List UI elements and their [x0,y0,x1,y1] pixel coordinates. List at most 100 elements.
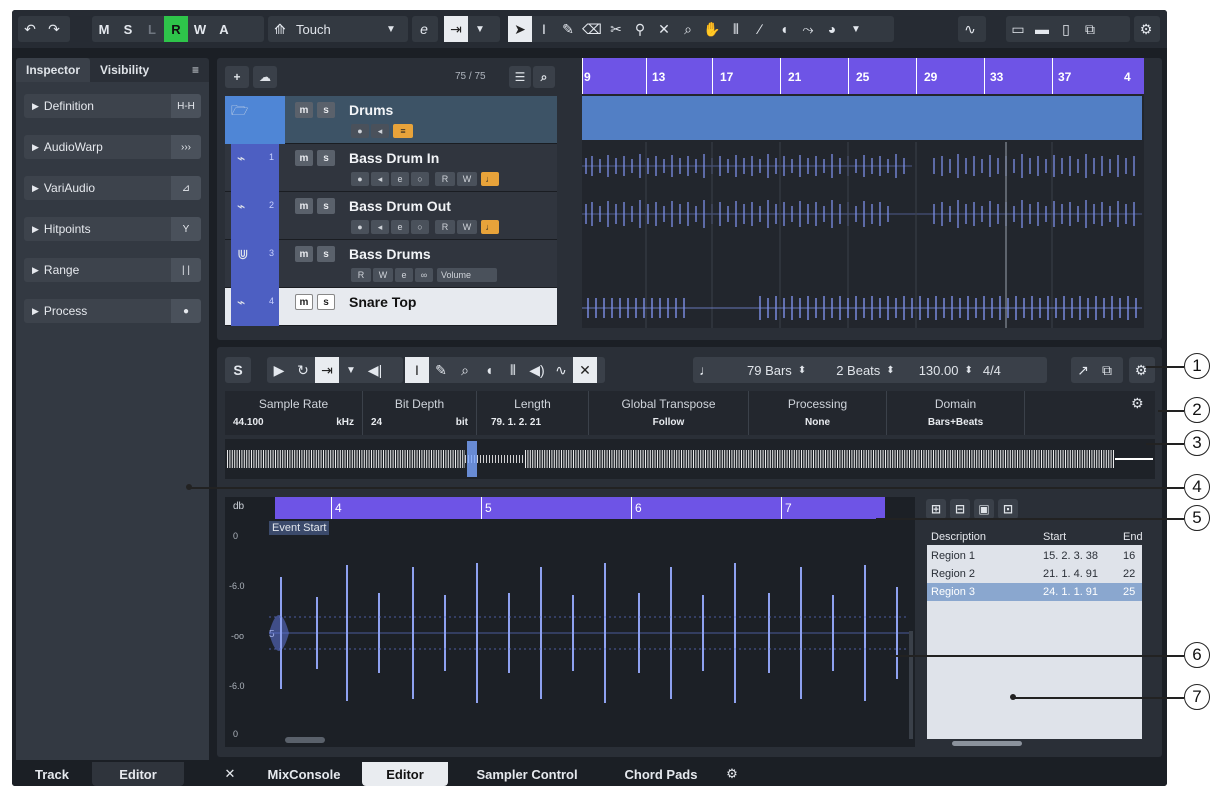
warp-icon[interactable]: ⤳ [796,16,820,42]
signature-value[interactable]: 4/4 [983,363,1001,378]
remove-region-icon[interactable]: ⊟ [950,499,970,519]
section-process[interactable]: ▶ Process ● [24,299,201,323]
bars-value[interactable]: 79 Bars [747,363,792,378]
column-end[interactable]: End [1123,531,1143,543]
audition-icon[interactable]: ◀| [363,357,387,383]
range-select-icon[interactable]: I [532,16,556,42]
edit-channel-icon[interactable]: e [391,172,409,186]
object-select-icon[interactable]: ➤ [508,16,532,42]
editor-ruler[interactable]: 4 5 6 7 [275,497,885,519]
add-track-icon[interactable]: + [225,66,249,88]
mute-button[interactable]: m [295,102,313,118]
track-visibility-icon[interactable]: ☰ [509,66,531,88]
e-button[interactable]: e [412,16,438,42]
read-button[interactable]: R [435,220,455,234]
info-processing[interactable]: Processing None [749,391,887,435]
automation-button[interactable]: A [212,16,236,42]
tab-editor[interactable]: Editor [362,762,448,786]
search-icon[interactable]: ⌕ [533,66,555,88]
mute-tool-icon[interactable]: ✕ [652,16,676,42]
solo-button[interactable]: s [317,294,335,310]
link-icon[interactable]: ∞ [415,268,433,282]
color-icon[interactable]: ◕ [820,16,844,42]
write-button[interactable]: W [188,16,212,42]
automation-param[interactable]: Volume [437,268,497,282]
tab-editor-left[interactable]: Editor [92,762,184,786]
table-row[interactable]: Region 1 15. 2. 3. 38 16 [927,547,1142,565]
track-row-drums[interactable]: 🗁 m s Drums ● ◂ ≡ [225,96,557,144]
automation-mode-select[interactable]: ⟰ Touch ▼ [268,16,408,42]
window-icon[interactable]: ⧉ [1095,357,1119,383]
tab-sampler-control[interactable]: Sampler Control [452,762,602,786]
write-button[interactable]: W [457,220,477,234]
mute-button[interactable]: m [295,198,313,214]
mute-button[interactable]: M [92,16,116,42]
listen-button[interactable]: L [140,16,164,42]
info-sample-rate[interactable]: Sample Rate 44.100 kHz [225,391,363,435]
undo-icon[interactable]: ↶ [18,16,42,42]
menu-icon[interactable]: ≡ [182,58,209,82]
loop-icon[interactable]: ↻ [291,357,315,383]
stepper-icon[interactable]: ⬍ [798,365,806,376]
audition-volume-icon[interactable]: ◀) [525,357,549,383]
folder-part[interactable] [582,96,1142,140]
horizontal-scrollbar[interactable] [285,737,325,743]
redo-icon[interactable]: ↷ [42,16,66,42]
tab-chord-pads[interactable]: Chord Pads [606,762,716,786]
speaker-icon[interactable]: ◖ [477,357,501,383]
mute-button[interactable]: m [295,150,313,166]
info-domain[interactable]: Domain Bars+Beats [887,391,1025,435]
eraser-icon[interactable]: ⌫ [580,16,604,42]
mute-button[interactable]: m [295,246,313,262]
time-base-icon[interactable]: ♩ [481,220,499,234]
settings-button[interactable]: ⚙ [1134,16,1160,42]
zoom-icon[interactable]: ⌕ [453,357,477,383]
time-base-icon[interactable]: ♩ [481,172,499,186]
monitor-icon[interactable]: ◂ [371,220,389,234]
regions-scrollbar[interactable] [952,741,1022,746]
glue-icon[interactable]: ⚲ [628,16,652,42]
track-row-snare-top[interactable]: ⌁ 4 m s Snare Top [225,288,557,326]
autoscroll-icon[interactable]: ∿ [958,16,982,42]
speaker-icon[interactable]: ◖ [772,16,796,42]
track-row-bass-drum-out[interactable]: ⌁ 2 m s Bass Drum Out ● ◂ e ○ R W ♩ [225,192,557,240]
zoom-slider[interactable] [909,631,913,739]
track-row-bass-drums[interactable]: ⋓ 3 m s Bass Drums R W e ∞ Volume [225,240,557,288]
section-variaudio[interactable]: ▶ VariAudio ⊿ [24,176,201,200]
beats-value[interactable]: 2 Beats [836,363,880,378]
monitor-icon[interactable]: ◂ [371,124,389,138]
window-icon[interactable]: ⧉ [1078,16,1102,42]
line-icon[interactable]: ∕ [748,16,772,42]
autoscroll-group[interactable]: ∿ [958,16,986,42]
chevron-down-icon[interactable]: ▼ [468,16,492,42]
event-start-marker[interactable]: Event Start [269,521,330,535]
edit-channel-icon[interactable]: e [395,268,413,282]
record-icon[interactable]: ● [351,220,369,234]
snap-zero-icon[interactable]: ✕ [573,357,597,383]
section-range[interactable]: ▶ Range | | [24,258,201,282]
tab-visibility[interactable]: Visibility [90,58,159,82]
pencil-icon[interactable]: ✎ [429,357,453,383]
zoom-icon[interactable]: ⌕ [676,16,700,42]
hitpoint-icon[interactable]: ⫴ [501,357,525,383]
table-row[interactable]: Region 3 24. 1. 1. 91 25 [927,583,1142,601]
solo-button[interactable]: s [317,150,335,166]
chevron-down-icon[interactable]: ▼ [339,357,363,383]
right-zone-icon[interactable]: ▯ [1054,16,1078,42]
gear-icon[interactable]: ⚙ [720,762,744,786]
freeze-icon[interactable]: ○ [411,220,429,234]
split-icon[interactable]: ✂ [604,16,628,42]
column-description[interactable]: Description [931,531,986,543]
gear-icon[interactable]: ⚙ [1131,395,1144,412]
track-row-bass-drum-in[interactable]: ⌁ 1 m s Bass Drum In ● ◂ e ○ R W ♩ [225,144,557,192]
mute-button[interactable]: m [295,294,313,310]
edit-channel-icon[interactable]: e [391,220,409,234]
play-region-icon[interactable]: ▣ [974,499,994,519]
chevron-down-icon[interactable]: ▼ [844,16,868,42]
table-row[interactable]: Region 2 21. 1. 4. 91 22 [927,565,1142,583]
solo-button[interactable]: S [116,16,140,42]
tab-mixconsole[interactable]: MixConsole [248,762,360,786]
read-button[interactable]: R [435,172,455,186]
left-zone-icon[interactable]: ▭ [1006,16,1030,42]
write-button[interactable]: W [373,268,393,282]
